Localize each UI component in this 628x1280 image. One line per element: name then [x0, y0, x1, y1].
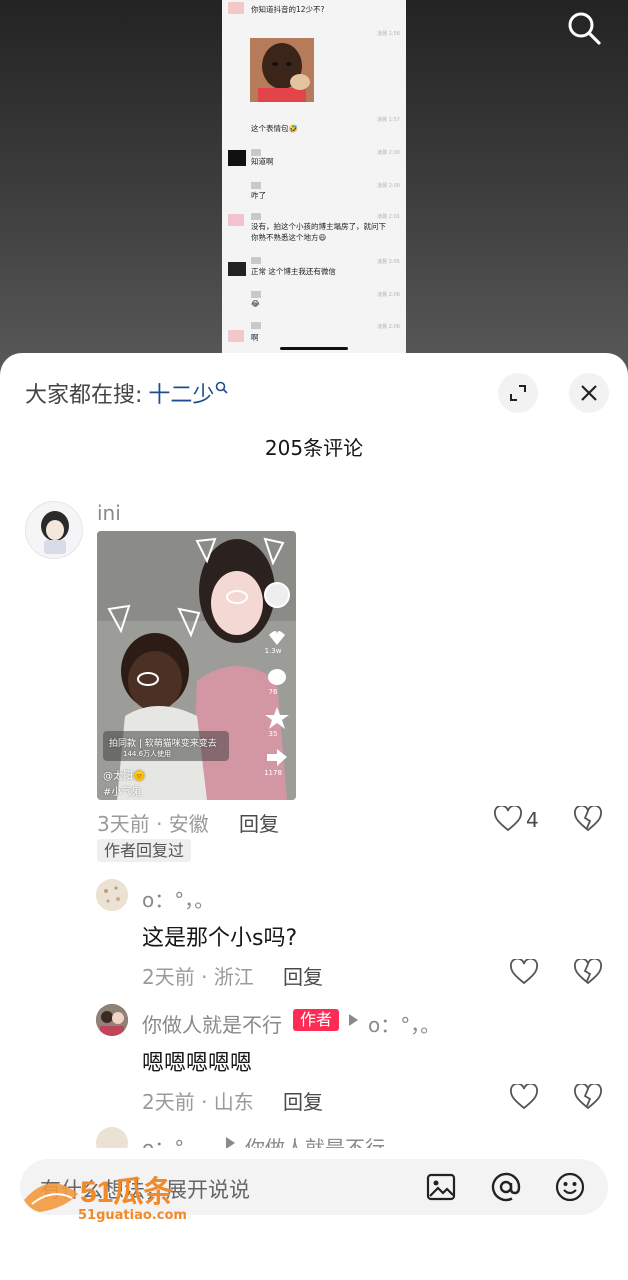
video-tag: #小气鬼: [103, 787, 142, 798]
author-replied-badge: 作者回复过: [97, 839, 192, 862]
like-count: 1.3w: [264, 647, 282, 655]
comment-count-small: 76: [268, 688, 278, 696]
chat-time: 凌晨 2:00: [377, 183, 400, 189]
reply-to-username[interactable]: o：°，。: [368, 1009, 440, 1038]
expand-icon: [510, 385, 526, 401]
broken-heart-icon[interactable]: [574, 957, 604, 987]
chat-time: 凌晨 2:06: [377, 292, 400, 298]
avatar[interactable]: [96, 1127, 128, 1148]
watermark-url: 51guatiao.com: [78, 1208, 187, 1223]
chat-time: 凌晨 2:01: [377, 214, 400, 220]
broken-heart-icon[interactable]: [574, 1082, 604, 1112]
at-icon[interactable]: [490, 1171, 522, 1203]
reply-button[interactable]: 回复: [283, 1086, 323, 1115]
comment-image[interactable]: 拍同款 | 软萌猫咪变来变去 144.6万人使用 @太阳🌞 #小气鬼 1.3w …: [97, 531, 296, 800]
child-photo: [250, 38, 314, 102]
hot-search-label: 大家都在搜:: [25, 383, 143, 408]
emoji-icon[interactable]: [554, 1171, 586, 1203]
home-indicator: [280, 347, 348, 350]
image-icon[interactable]: [425, 1171, 457, 1203]
avatar[interactable]: [25, 501, 83, 559]
chat-time: 凌晨 2:05: [377, 259, 400, 265]
chat-name: [251, 322, 261, 329]
comment-sheet: 大家都在搜: 十二少 205条评论 ini 拍同款 | 软萌猫咪变来变去 144…: [0, 353, 628, 1280]
share-count: 1178: [264, 769, 282, 777]
chat-message: 你知道抖音的12少不?: [251, 5, 325, 14]
chat-avatar: [228, 330, 244, 342]
reply-username[interactable]: o：°，。: [142, 884, 214, 913]
favorite-count: 35: [268, 730, 278, 738]
search-icon[interactable]: [566, 10, 602, 46]
reply-partial[interactable]: o：°，。 你做人就是不行: [0, 1123, 628, 1148]
heart-icon[interactable]: [494, 804, 524, 834]
chat-message: 😂: [251, 299, 260, 308]
comment-count: 205条评论: [264, 436, 364, 460]
chat-message: 正常 这个博主我还有微信: [251, 267, 336, 276]
reply-meta: 2天前 · 山东: [142, 1090, 254, 1114]
like-count: 4: [526, 808, 539, 832]
reply-arrow-icon: [226, 1137, 235, 1148]
video-background[interactable]: 你知道抖音的12少不? 凌晨 1:56 凌晨 1:57 这个表情包🤣 凌晨 2:…: [0, 0, 628, 380]
chat-message: 知道啊: [251, 157, 274, 166]
chat-message: 没有，拍这个小孩的博主塌房了，就问下: [251, 222, 386, 231]
reply-username[interactable]: o：°，。: [142, 1132, 214, 1148]
heart-icon[interactable]: [510, 957, 540, 987]
chat-message: 咋了: [251, 191, 266, 200]
chat-name: [251, 213, 261, 220]
hot-search-term[interactable]: 十二少: [148, 377, 214, 409]
comment-username[interactable]: ini: [97, 501, 121, 525]
reply-arrow-icon: [349, 1014, 358, 1026]
chat-screenshot: 你知道抖音的12少不? 凌晨 1:56 凌晨 1:57 这个表情包🤣 凌晨 2:…: [222, 0, 406, 360]
reply-meta: 2天前 · 浙江: [142, 965, 254, 989]
chat-message: 你熟不熟悉这个地方😄: [251, 233, 327, 242]
heart-icon[interactable]: [510, 1082, 540, 1112]
reply-to-username[interactable]: 你做人就是不行: [245, 1132, 385, 1148]
chat-name: [251, 182, 261, 189]
chat-avatar: [228, 214, 244, 226]
chat-name: [251, 257, 261, 264]
avatar[interactable]: [96, 879, 128, 911]
hot-search[interactable]: 大家都在搜: 十二少: [25, 375, 229, 409]
avatar[interactable]: [96, 1004, 128, 1036]
comment-meta: 3天前 · 安徽: [97, 812, 209, 836]
expand-button[interactable]: [498, 373, 538, 413]
site-watermark: 51瓜条 51guatiao.com: [20, 1160, 220, 1240]
reply-text: 这是那个小s吗?: [142, 926, 298, 951]
reply-button[interactable]: 回复: [283, 961, 323, 990]
video-author: @太阳🌞: [103, 771, 146, 782]
close-button[interactable]: [569, 373, 609, 413]
watermark-text: 51瓜条: [80, 1176, 173, 1209]
reply-button[interactable]: 回复: [239, 808, 279, 837]
chat-time: 凌晨 2:00: [377, 150, 400, 156]
chat-message: 啊: [251, 333, 259, 342]
effect-badge-label: 拍同款 | 软萌猫咪变来变去: [109, 739, 217, 749]
author-badge: 作者: [293, 1009, 340, 1031]
chat-message: 这个表情包🤣: [251, 124, 298, 133]
search-icon: [215, 375, 229, 394]
close-icon: [581, 385, 597, 401]
chat-avatar: [228, 150, 246, 166]
reply-text: 嗯嗯嗯嗯嗯: [142, 1051, 253, 1076]
chat-time: 凌晨 1:57: [377, 117, 400, 123]
chat-time: 凌晨 1:56: [377, 31, 400, 37]
chat-name: [251, 291, 261, 298]
reply-username[interactable]: 你做人就是不行: [142, 1009, 282, 1038]
chat-avatar: [228, 262, 246, 276]
chat-time: 凌晨 2:06: [377, 324, 400, 330]
effect-usage: 144.6万人使用: [123, 750, 172, 758]
chat-name: [251, 149, 261, 156]
chat-avatar: [228, 2, 244, 14]
broken-heart-icon[interactable]: [574, 804, 604, 834]
